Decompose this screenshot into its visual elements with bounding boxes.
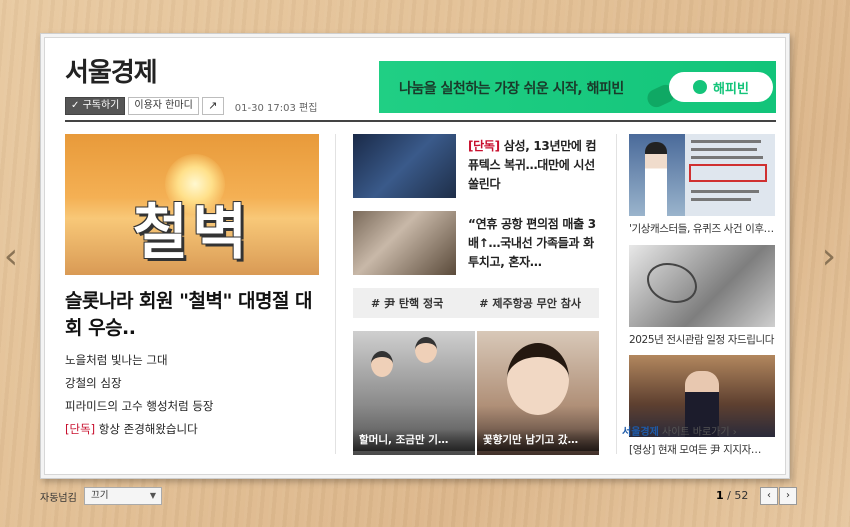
side-caption[interactable]: '기상캐스터들, 유퀴즈 사건 이후… xyxy=(629,221,775,236)
photo-thumbnail[interactable]: 할머니, 조금만 기… xyxy=(353,331,475,455)
site-link-brand: 서울경제 xyxy=(622,427,659,438)
share-icon: ↗ xyxy=(208,99,218,112)
topic-tag[interactable]: # 尹 탄핵 정국 xyxy=(371,295,443,311)
edit-time: 01-30 17:03 편집 xyxy=(234,102,318,114)
document-line xyxy=(691,140,761,143)
side-caption[interactable]: 2025년 전시관람 일정 자드립니다 xyxy=(629,332,775,347)
check-icon: ✓ xyxy=(71,100,80,111)
newspaper-card: 서울경제 나눔을 실천하는 가장 쉬운 시작, 해피빈 해피빈 ✓ 구독하기 이… xyxy=(44,37,786,475)
main-story-image[interactable]: 철벽 xyxy=(65,134,319,275)
topic-tags-bar: # 尹 탄핵 정국 # 제주항공 무안 참사 xyxy=(353,288,599,318)
list-item[interactable]: 강철의 심장 xyxy=(65,372,319,395)
total-pages: / 52 xyxy=(723,489,749,502)
side-thumbnail[interactable] xyxy=(629,245,775,327)
banner-badge-label: 해피빈 xyxy=(713,81,749,97)
side-caption[interactable]: [영상] 현재 모여든 尹 지지자… xyxy=(629,442,775,457)
person-graphic xyxy=(415,337,437,363)
mid-headline[interactable]: “연휴 공항 편의점 매출 3배↑…국내선 가족들과 화투치고, 혼자… xyxy=(468,215,603,272)
action-buttons: ✓ 구독하기 이용자 한마디 ↗ 01-30 17:03 편집 xyxy=(65,97,317,115)
comment-button[interactable]: 이용자 한마디 xyxy=(128,97,199,115)
sub-headline-list: 노을처럼 빛나는 그대 강철의 심장 피라미드의 고수 행성처럼 등장 [단독]… xyxy=(65,349,319,441)
page-indicator: 1 / 52 xyxy=(716,489,748,502)
topic-tag[interactable]: # 제주항공 무안 참사 xyxy=(479,295,581,311)
document-line xyxy=(691,156,763,159)
next-page-button[interactable]: › xyxy=(779,487,797,505)
story-thumbnail[interactable] xyxy=(353,134,456,198)
chevron-down-icon: ▼ xyxy=(149,491,156,500)
header-divider xyxy=(65,120,776,122)
auto-flip-select[interactable]: 끄기 ▼ xyxy=(84,487,162,505)
photo-thumbnail[interactable]: 꽃향기만 남기고 갔… xyxy=(477,331,599,455)
banner-text: 나눔을 실천하는 가장 쉬운 시작, 해피빈 xyxy=(399,81,624,97)
exclusive-tag: [단독] xyxy=(65,422,96,436)
prev-page-button[interactable]: ‹ xyxy=(760,487,778,505)
list-item[interactable]: [단독] 항상 존경해왔습니다 xyxy=(65,418,319,441)
sub-headline-text: 강철의 심장 xyxy=(65,376,122,390)
sub-headline-text: 항상 존경해왔습니다 xyxy=(95,422,198,436)
person-graphic xyxy=(645,142,667,216)
photo-caption: 꽃향기만 남기고 갔… xyxy=(477,429,599,451)
side-thumbnail[interactable] xyxy=(629,134,775,216)
list-item[interactable]: 노을처럼 빛나는 그대 xyxy=(65,349,319,372)
photo-pair: 할머니, 조금만 기… 꽃향기만 남기고 갔… xyxy=(353,331,599,455)
happybean-banner[interactable]: 나눔을 실천하는 가장 쉬운 시작, 해피빈 해피빈 xyxy=(379,61,776,113)
document-line xyxy=(691,198,751,201)
photo-caption: 할머니, 조금만 기… xyxy=(353,429,475,451)
subscribe-label: 구독하기 xyxy=(82,100,120,111)
person-graphic xyxy=(507,343,569,415)
document-line xyxy=(691,148,757,151)
banner-badge: 해피빈 xyxy=(669,72,773,102)
mid-headline-text: “연휴 공항 편의점 매출 3배↑…국내선 가족들과 화투치고, 혼자… xyxy=(468,217,596,269)
mid-headline[interactable]: [단독] 삼성, 13년만에 컴퓨텍스 복귀…대만에 시선 쏠린다 xyxy=(468,137,603,194)
sub-headline-text: 노을처럼 빛나는 그대 xyxy=(65,353,168,367)
sub-headline-text: 피라미드의 고수 행성처럼 등장 xyxy=(65,399,214,413)
story-thumbnail[interactable] xyxy=(353,211,456,275)
highlight-box xyxy=(689,164,767,182)
main-image-text: 철벽 xyxy=(132,198,252,268)
column-divider xyxy=(335,134,336,454)
prev-paper-arrow-icon[interactable]: ‹ xyxy=(0,238,22,276)
share-button[interactable]: ↗ xyxy=(201,97,224,115)
document-line xyxy=(691,190,759,193)
exclusive-tag: [단독] xyxy=(468,139,500,153)
subscribe-button[interactable]: ✓ 구독하기 xyxy=(65,97,126,115)
site-shortcut-link[interactable]: 서울경제 사이트 바로가기 › xyxy=(622,423,737,438)
main-headline[interactable]: 슬롯나라 회원 "철벽" 대명절 대회 우승.. xyxy=(65,288,319,342)
footer-bar: 자동넘김 끄기 ▼ 1 / 52 ‹ › xyxy=(40,487,800,507)
column-divider xyxy=(616,134,617,454)
artwork-graphic xyxy=(647,263,697,303)
site-link-text: 사이트 바로가기 › xyxy=(658,427,737,438)
next-paper-arrow-icon[interactable]: › xyxy=(818,238,840,276)
newspaper-brand[interactable]: 서울경제 xyxy=(65,52,158,89)
list-item[interactable]: 피라미드의 고수 행성처럼 등장 xyxy=(65,395,319,418)
happybean-logo-icon xyxy=(693,80,708,94)
auto-flip-value: 끄기 xyxy=(91,490,109,501)
current-page: 1 xyxy=(716,489,724,502)
auto-flip-label: 자동넘김 xyxy=(40,493,77,504)
person-graphic xyxy=(371,351,393,377)
